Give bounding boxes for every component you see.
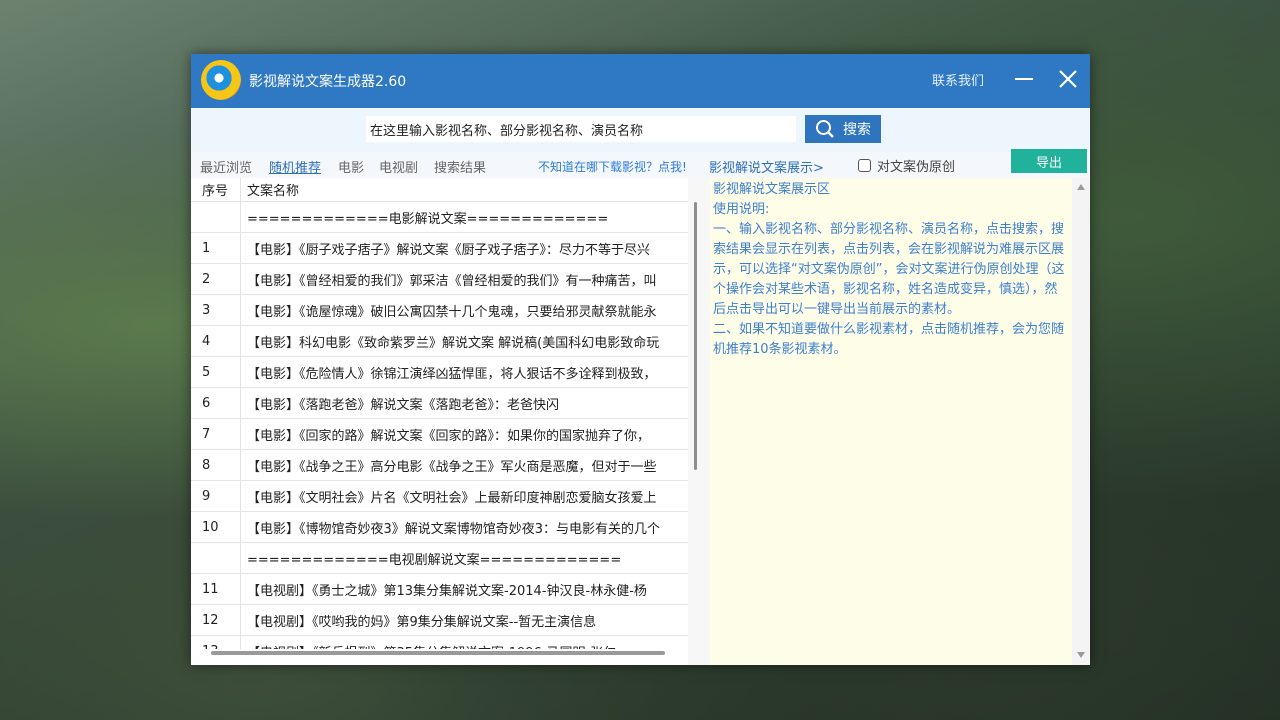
row-title: 【电视剧】《勇士之城》第13集分集解说文案-2014-钟汉良-林永健-杨 [247,583,647,599]
download-help-link[interactable]: 不知道在哪下载影视？点我! [538,158,687,175]
row-number: 3 [191,295,241,325]
list-body: =============电影解说文案============= 1 【电影】《厨子… [191,202,688,649]
tab-random[interactable]: 随机推荐 [269,157,321,176]
row-number: 4 [191,326,241,356]
row-number: 7 [191,419,241,449]
table-row[interactable]: 6 【电影】《落跑老爸》解说文案《落跑老爸》：老爸快闪 [191,388,688,419]
list-vertical-scrollbar[interactable] [694,202,697,470]
header-title: 文案名称 [247,184,300,199]
row-title: 【电影】《文明社会》片名《文明社会》上最新印度神剧恋爱脑女孩爱上 [247,490,657,506]
panel-scrollbar[interactable] [1072,178,1090,665]
row-title: 【电影】《诡屋惊魂》破旧公寓囚禁十几个鬼魂，只要给邪灵献祭就能永 [247,304,657,320]
usage-para-1: 一、输入影视名称、部分影视名称、演员名称，点击搜索，搜索结果会显示在列表，点击列… [713,222,1065,317]
search-button[interactable]: 搜索 [805,115,881,143]
search-bar: 搜索 [191,108,1090,152]
row-title: 【电影】科幻电影《致命紫罗兰》解说文案 解说稿(美国科幻电影致命玩 [247,335,660,351]
row-number: 10 [191,512,241,542]
title-bar[interactable]: 影视解说文案生成器2.60 联系我们 [191,54,1090,108]
checkbox-box[interactable] [858,159,871,172]
window-title: 影视解说文案生成器2.60 [249,74,407,90]
close-button[interactable] [1053,64,1083,94]
search-input[interactable] [366,116,796,142]
row-number: 9 [191,481,241,511]
list-horizontal-scrollbar[interactable] [211,651,665,655]
row-number: 12 [191,605,241,635]
table-row[interactable]: 13【电视剧】《新兵报到》第35集分集解说文案-1996-马国明-张仁 [191,636,688,649]
result-list: 序号 文案名称 =============电影解说文案=============… [191,178,710,665]
row-number [191,202,241,232]
scroll-up-icon[interactable] [1077,184,1085,190]
row-title: 【电视剧】《新兵报到》第35集分集解说文案-1996-马国明-张仁 [241,636,688,650]
close-icon [1059,70,1077,88]
row-title: 【电影】《博物馆奇妙夜3》解说文案博物馆奇妙夜3：与电影有关的几个 [247,521,661,537]
row-title: 【电影】《战争之王》高分电影《战争之王》军火商是恶魔，但对于一些 [247,459,657,475]
original-checkbox[interactable]: 对文案伪原创 [858,156,955,175]
row-title: 【电影】《厨子戏子痞子》解说文案《厨子戏子痞子》：尽力不等于尽兴 [247,242,651,258]
row-title: 【电影】《回家的路》解说文案《回家的路》：如果你的国家抛弃了你， [247,428,651,444]
usage-para-2: 二、如果不知道要做什么影视素材，点击随机推荐，会为您随机推荐10条影视素材。 [713,322,1065,357]
list-scrollbar-track[interactable] [688,178,710,665]
app-window: 影视解说文案生成器2.60 联系我们 搜索 最近浏览 随机推荐 电影 电视剧 搜… [191,54,1090,665]
list-header: 序号 文案名称 [191,178,688,202]
original-checkbox-label: 对文案伪原创 [877,160,956,175]
tab-bar: 最近浏览 随机推荐 电影 电视剧 搜索结果 不知道在哪下载影视？点我! 影视解说… [191,152,1090,178]
scroll-down-icon[interactable] [1077,652,1085,658]
table-row[interactable]: 11 【电视剧】《勇士之城》第13集分集解说文案-2014-钟汉良-林永健-杨 [191,574,688,605]
table-row[interactable]: 2 【电影】《曾经相爱的我们》郭采洁《曾经相爱的我们》有一种痛苦，叫 [191,264,688,295]
row-title: 【电视剧】《哎哟我的妈》第9集分集解说文案--暂无主演信息 [247,614,597,630]
table-row[interactable]: 3 【电影】《诡屋惊魂》破旧公寓囚禁十几个鬼魂，只要给邪灵献祭就能永 [191,295,688,326]
row-number: 11 [191,574,241,604]
app-logo-icon [201,60,241,100]
row-title: 【电影】《曾经相爱的我们》郭采洁《曾经相爱的我们》有一种痛苦，叫 [247,273,657,289]
row-title: =============电视剧解说文案============= [247,552,622,568]
tab-tv[interactable]: 电视剧 [379,157,418,176]
row-number: 13 [191,636,241,649]
table-row[interactable]: 12 【电视剧】《哎哟我的妈》第9集分集解说文案--暂无主演信息 [191,605,688,636]
table-row[interactable]: 4 【电影】科幻电影《致命紫罗兰》解说文案 解说稿(美国科幻电影致命玩 [191,326,688,357]
tab-recent[interactable]: 最近浏览 [200,157,252,176]
row-number: 6 [191,388,241,418]
table-row[interactable]: 8 【电影】《战争之王》高分电影《战争之王》军火商是恶魔，但对于一些 [191,450,688,481]
header-number: 序号 [191,178,241,201]
row-number: 5 [191,357,241,387]
row-number: 2 [191,264,241,294]
row-title: =============电影解说文案============= [247,211,609,227]
row-title: 【电影】《落跑老爸》解说文案《落跑老爸》：老爸快闪 [247,397,560,413]
panel-title: 影视解说文案展示区 [713,182,831,197]
row-number: 1 [191,233,241,263]
show-area-label: 影视解说文案展示> [709,161,824,176]
copy-display-panel: 影视解说文案展示区 使用说明: 一、输入影视名称、部分影视名称、演员名称，点击搜… [710,178,1072,665]
row-number: 8 [191,450,241,480]
row-number [191,543,241,573]
search-button-label: 搜索 [843,122,871,138]
table-row[interactable]: 5 【电影】《危险情人》徐锦江演绎凶猛悍匪，将人狠话不多诠释到极致， [191,357,688,388]
tab-movie[interactable]: 电影 [338,157,364,176]
row-title: 【电影】《危险情人》徐锦江演绎凶猛悍匪，将人狠话不多诠释到极致， [247,366,657,382]
list-separator-row: =============电视剧解说文案============= [191,543,688,574]
table-row[interactable]: 9 【电影】《文明社会》片名《文明社会》上最新印度神剧恋爱脑女孩爱上 [191,481,688,512]
list-separator-row: =============电影解说文案============= [191,202,688,233]
table-row[interactable]: 7 【电影】《回家的路》解说文案《回家的路》：如果你的国家抛弃了你， [191,419,688,450]
contact-link[interactable]: 联系我们 [932,70,984,89]
search-icon [816,120,834,138]
tab-search-results[interactable]: 搜索结果 [434,157,486,176]
table-row[interactable]: 1 【电影】《厨子戏子痞子》解说文案《厨子戏子痞子》：尽力不等于尽兴 [191,233,688,264]
minimize-button[interactable] [1009,64,1039,94]
export-button[interactable]: 导出 [1011,149,1087,173]
table-row[interactable]: 10 【电影】《博物馆奇妙夜3》解说文案博物馆奇妙夜3：与电影有关的几个 [191,512,688,543]
usage-title: 使用说明: [713,202,770,217]
